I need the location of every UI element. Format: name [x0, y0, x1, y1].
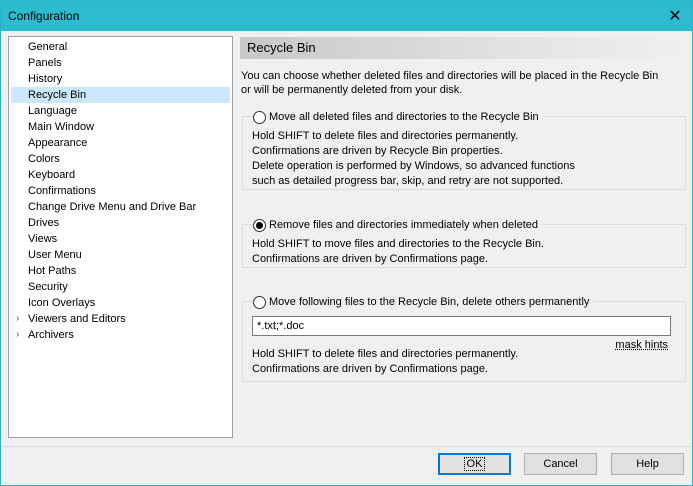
sidebar-item-label: General [28, 41, 68, 53]
sidebar-item-label: Colors [28, 153, 60, 165]
option-move-following-description: Hold SHIFT to delete files and directori… [252, 347, 518, 377]
recycle-bin-panel: Recycle Bin You can choose whether delet… [240, 36, 688, 438]
sidebar-item-colors[interactable]: Colors [9, 151, 232, 167]
footer-divider [1, 446, 692, 447]
sidebar-item-views[interactable]: Views [9, 231, 232, 247]
option-remove-immediately-description: Hold SHIFT to move files and directories… [252, 237, 544, 267]
sidebar-item-recycle-bin[interactable]: Recycle Bin [9, 87, 232, 103]
sidebar-item-label: Confirmations [28, 185, 96, 197]
description-line: Hold SHIFT to move files and directories… [252, 238, 545, 250]
option-move-all-group: Move all deleted files and directories t… [242, 109, 686, 190]
help-button-label: Help [636, 458, 659, 470]
ok-button[interactable]: OK [438, 453, 511, 475]
option-move-all-radio[interactable]: Move all deleted files and directories t… [253, 109, 543, 125]
sidebar-item-appearance[interactable]: Appearance [9, 135, 232, 151]
intro-text: You can choose whether deleted files and… [241, 69, 681, 97]
description-line: Delete operation is performed by Windows… [252, 160, 575, 172]
sidebar-item-history[interactable]: History [9, 71, 232, 87]
radio-button-icon[interactable] [253, 295, 266, 309]
option-move-following-label[interactable]: Move following files to the Recycle Bin,… [269, 296, 589, 308]
file-mask-input[interactable]: *.txt;*.doc [252, 316, 671, 336]
description-line: Hold SHIFT to delete files and directori… [252, 348, 519, 360]
close-icon[interactable]: ✕ [658, 1, 692, 31]
sidebar-item-label: Drives [28, 217, 60, 229]
sidebar-item-drives[interactable]: Drives [9, 215, 232, 231]
radio-button-icon[interactable] [253, 218, 266, 232]
panel-title: Recycle Bin [240, 37, 688, 59]
sidebar-item-label: Viewers and Editors [28, 313, 126, 325]
intro-line: You can choose whether deleted files and… [241, 70, 659, 82]
description-line: Confirmations are driven by Confirmation… [252, 363, 489, 375]
sidebar-item-hot-paths[interactable]: Hot Paths [9, 263, 232, 279]
sidebar-item-label: Language [28, 105, 77, 117]
sidebar-item-label: Recycle Bin [25, 87, 90, 103]
sidebar-item-label: History [28, 73, 63, 85]
sidebar-item-label: Security [28, 281, 68, 293]
category-tree[interactable]: General Panels History Recycle Bin Language M… [8, 36, 233, 438]
category-list: General Panels History Recycle Bin Language M… [9, 37, 232, 343]
sidebar-item-main-window[interactable]: Main Window [9, 119, 232, 135]
description-line: Confirmations are driven by Recycle Bin … [252, 145, 503, 157]
radio-button-icon[interactable] [253, 110, 266, 124]
chevron-right-icon[interactable]: › [16, 327, 19, 343]
title-bar: Configuration ✕ [1, 1, 692, 31]
configuration-dialog: Configuration ✕ General Panels History Recy… [0, 0, 693, 486]
mask-hints-link[interactable]: mask hints [615, 339, 668, 351]
sidebar-item-user-menu[interactable]: User Menu [9, 247, 232, 263]
sidebar-item-label: Panels [28, 57, 62, 69]
option-move-following-group: Move following files to the Recycle Bin,… [242, 294, 686, 382]
window-title: Configuration [8, 9, 80, 23]
sidebar-item-label: Appearance [28, 137, 88, 149]
option-remove-immediately-radio[interactable]: Remove files and directories immediately… [253, 217, 543, 233]
sidebar-item-general[interactable]: General [9, 39, 232, 55]
sidebar-item-panels[interactable]: Panels [9, 55, 232, 71]
sidebar-item-language[interactable]: Language [9, 103, 232, 119]
option-move-following-radio[interactable]: Move following files to the Recycle Bin,… [253, 294, 594, 310]
ok-button-label: OK [463, 457, 486, 471]
sidebar-item-label: Main Window [28, 121, 95, 133]
sidebar-item-confirmations[interactable]: Confirmations [9, 183, 232, 199]
sidebar-item-label: Views [28, 233, 58, 245]
cancel-button[interactable]: Cancel [524, 453, 597, 475]
sidebar-item-change-drive-menu-and-drive-bar[interactable]: Change Drive Menu and Drive Bar [9, 199, 232, 215]
help-button[interactable]: Help [611, 453, 684, 475]
sidebar-item-label: Archivers [28, 329, 74, 341]
chevron-right-icon[interactable]: › [16, 311, 19, 327]
sidebar-item-viewers-and-editors[interactable]: › Viewers and Editors [9, 311, 232, 327]
description-line: Confirmations are driven by Confirmation… [252, 253, 489, 265]
option-remove-immediately-label[interactable]: Remove files and directories immediately… [269, 219, 538, 231]
sidebar-item-label: Icon Overlays [28, 297, 96, 309]
sidebar-item-archivers[interactable]: › Archivers [9, 327, 232, 343]
sidebar-item-security[interactable]: Security [9, 279, 232, 295]
description-line: Hold SHIFT to delete files and directori… [252, 130, 519, 142]
sidebar-item-label: Change Drive Menu and Drive Bar [28, 201, 197, 213]
sidebar-item-keyboard[interactable]: Keyboard [9, 167, 232, 183]
description-line: such as detailed progress bar, skip, and… [252, 175, 564, 187]
sidebar-item-label: Keyboard [28, 169, 76, 181]
option-move-all-description: Hold SHIFT to delete files and directori… [252, 129, 575, 189]
option-remove-immediately-group: Remove files and directories immediately… [242, 217, 686, 268]
sidebar-item-icon-overlays[interactable]: Icon Overlays [9, 295, 232, 311]
cancel-button-label: Cancel [543, 458, 578, 470]
intro-line: or will be permanently deleted from your… [241, 84, 463, 96]
sidebar-item-label: Hot Paths [28, 265, 77, 277]
option-move-all-label[interactable]: Move all deleted files and directories t… [269, 111, 539, 123]
sidebar-item-label: User Menu [28, 249, 82, 261]
